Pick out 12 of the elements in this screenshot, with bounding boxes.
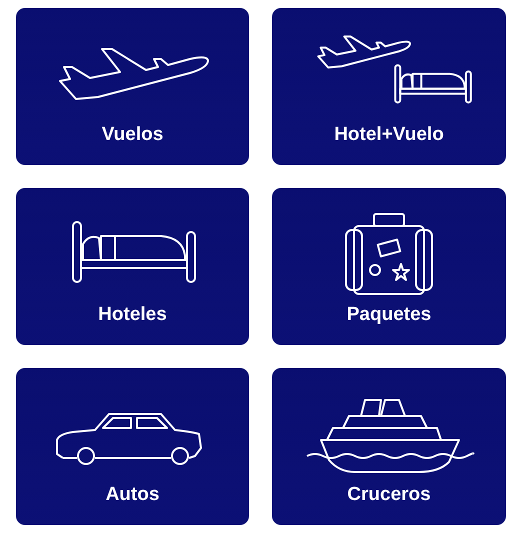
airplane-icon: [58, 48, 208, 100]
category-card[interactable]: Hoteles: [16, 188, 249, 345]
bed-icon: [72, 221, 196, 283]
category-card[interactable]: Vuelos: [16, 8, 249, 165]
category-card[interactable]: Autos: [16, 368, 249, 525]
category-card[interactable]: Hotel+Vuelo: [272, 8, 506, 165]
ship-icon: [306, 399, 474, 473]
suitcase-icon: [345, 213, 433, 295]
category-card[interactable]: Paquetes: [272, 188, 506, 345]
airplane-and-bed-icon: [317, 35, 472, 104]
category-card[interactable]: Cruceros: [272, 368, 506, 525]
car-icon: [56, 413, 202, 465]
